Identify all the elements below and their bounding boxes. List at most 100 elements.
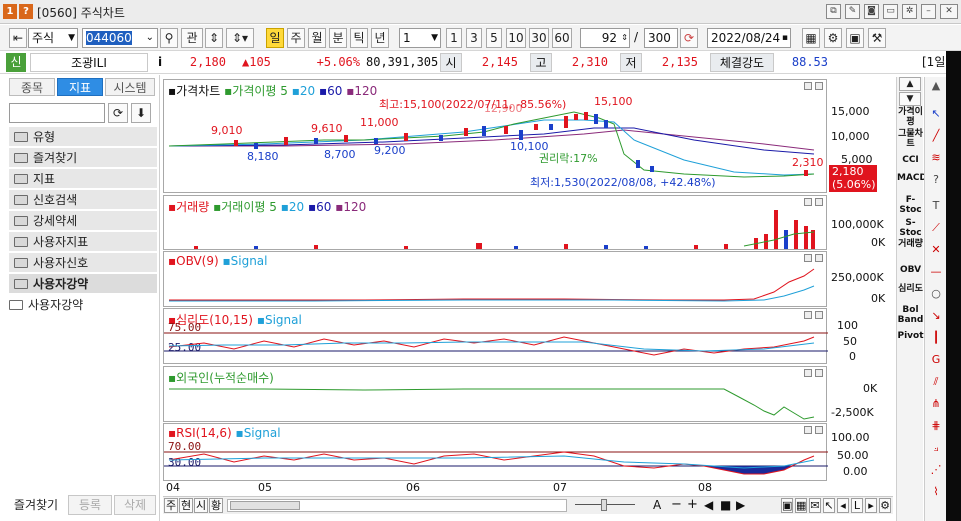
grid-icon[interactable]: ▦ (802, 28, 820, 48)
indicator-btn-net[interactable]: 그물차트 (897, 129, 924, 149)
count-total[interactable]: 300 (644, 28, 678, 48)
period-day[interactable]: 일 (266, 28, 284, 48)
auto-fit-button[interactable]: A (653, 498, 661, 512)
tab-stocks[interactable]: 종목 (9, 78, 55, 96)
text-tool-icon[interactable]: T (928, 199, 944, 213)
list-item-user-signal[interactable]: 사용자신호 (9, 253, 157, 273)
toolbar-down-icon[interactable]: ▼ (899, 92, 921, 106)
cross-icon[interactable]: ✕ (928, 243, 944, 257)
right-icon[interactable]: ▸ (865, 498, 877, 513)
count-input[interactable]: 92 ⇕ (580, 28, 630, 48)
indicator-btn-fstoc[interactable]: F-Stoc (897, 195, 924, 215)
indicator-btn-bolband[interactable]: Bol Band (897, 305, 924, 325)
left-icon[interactable]: ◂ (837, 498, 849, 513)
vline-icon[interactable]: ┃ (928, 331, 944, 345)
cycle-icon[interactable]: ⌇ (928, 485, 944, 499)
interval-60[interactable]: 60 (552, 28, 572, 48)
updown-stepper[interactable]: ⇕▾ (226, 28, 254, 48)
tools-icon[interactable]: ⚒ (868, 28, 886, 48)
settings-icon[interactable]: ✲ (902, 4, 917, 19)
indicator-btn-volume[interactable]: 거래량 (897, 239, 924, 249)
zoom-slider-handle[interactable] (601, 499, 607, 511)
mail-icon[interactable]: ✉ (809, 498, 821, 513)
print-icon[interactable]: ▭ (883, 4, 898, 19)
indicator-btn-ma[interactable]: 가격이평 (897, 107, 924, 127)
save-icon[interactable]: ▣ (846, 28, 864, 48)
interest-button[interactable]: 관 (181, 28, 203, 48)
pitchfork-icon[interactable]: ⋔ (928, 397, 944, 411)
list-item-user-strength-child[interactable]: 사용자강약 (4, 295, 152, 315)
indicator-btn-macd[interactable]: MACD (897, 173, 927, 183)
zoom-in-button[interactable]: + (687, 497, 698, 512)
bottom-btn-hwang[interactable]: 황 (209, 498, 223, 513)
speed-icon[interactable]: ⋰ (928, 463, 944, 477)
toolbar-up-icon[interactable]: ▲ (899, 77, 921, 91)
trend-icon[interactable]: ⟋ (928, 221, 944, 235)
foreign-panel[interactable]: ▪외국인(누적순매수) (163, 366, 827, 422)
period-tick[interactable]: 틱 (350, 28, 368, 48)
interval-30[interactable]: 30 (529, 28, 549, 48)
tab-indicators[interactable]: 지표 (57, 78, 103, 96)
chart-scrollbar[interactable] (227, 499, 567, 512)
indicator-btn-obv[interactable]: OBV (897, 265, 924, 275)
date-input[interactable]: 2022/08/24 ▪ (707, 28, 791, 48)
indicator-btn-sstoc[interactable]: S-Stoc (897, 218, 924, 238)
list-item-user-indicator[interactable]: 사용자지표 (9, 232, 157, 252)
period-month[interactable]: 월 (308, 28, 326, 48)
list-item-favorites[interactable]: 즐겨찾기 (9, 148, 157, 168)
indicator-btn-psy[interactable]: 심리도 (897, 284, 924, 294)
gann-icon[interactable]: G (928, 353, 944, 367)
help-tool-icon[interactable]: ? (928, 173, 944, 187)
period-minute[interactable]: 분 (329, 28, 347, 48)
hline-icon[interactable]: — (928, 265, 944, 279)
bottom-btn-si[interactable]: 시 (194, 498, 208, 513)
indicator-btn-pivot[interactable]: Pivot (897, 331, 924, 341)
save-chart-icon[interactable]: ▣ (781, 498, 793, 513)
interval-select[interactable]: 1 ▼ (399, 28, 441, 48)
price-panel[interactable]: ▪가격차트 ▪가격이평 5 ▪20 ▪60 ▪120 최고:15,100(202… (163, 79, 827, 193)
arrow-tool-icon[interactable]: ↘ (928, 309, 944, 323)
link-icon[interactable]: ⧉ (826, 4, 841, 19)
list-item-strength[interactable]: 강세약세 (9, 211, 157, 231)
tab-system[interactable]: 시스템 (105, 78, 155, 96)
interval-10[interactable]: 10 (506, 28, 526, 48)
indicator-btn-cci[interactable]: CCI (897, 155, 924, 165)
interval-3[interactable]: 3 (466, 28, 482, 48)
obv-panel[interactable]: ▪OBV(9) ▪Signal (163, 251, 827, 307)
scrollbar-thumb[interactable] (230, 501, 300, 510)
config-icon[interactable]: ⚙ (824, 28, 842, 48)
scroll-icon[interactable]: ⇕ (205, 28, 223, 48)
indicator-search-input[interactable] (9, 103, 105, 123)
code-input[interactable]: 044060 ⌄ (82, 28, 158, 48)
psy-panel[interactable]: ▪심리도(10,15) ▪Signal 75.00 25.00 (163, 308, 828, 364)
minimize-icon[interactable]: – (921, 4, 936, 19)
help-badge[interactable]: ? (19, 4, 33, 19)
list-item-user-strength[interactable]: 사용자강약 (9, 274, 157, 294)
list-item-signal-search[interactable]: 신호검색 (9, 190, 157, 210)
list-item-type[interactable]: 유형 (9, 127, 157, 147)
layout-icon[interactable]: ▦ (795, 498, 807, 513)
delete-button[interactable]: 삭제 (114, 495, 156, 515)
close-icon[interactable]: ✕ (940, 4, 958, 19)
interval-5[interactable]: 5 (486, 28, 502, 48)
info-icon[interactable]: i (154, 53, 166, 72)
chart-settings-icon[interactable]: ⚙ (879, 498, 891, 513)
camera-icon[interactable]: ◙ (864, 4, 879, 19)
period-year[interactable]: 년 (371, 28, 389, 48)
search-icon[interactable]: ⚲ (160, 28, 178, 48)
download-icon[interactable]: ⬇ (131, 103, 151, 123)
window-number-badge[interactable]: 1 (3, 4, 17, 19)
stop-button[interactable]: ■ (720, 498, 731, 512)
rsi-panel[interactable]: ▪RSI(14,6) ▪Signal 70.00 30.00 (163, 423, 828, 481)
favorites-button[interactable]: 즐겨찾기 (6, 495, 66, 515)
reload-icon[interactable]: ⟳ (680, 28, 698, 48)
line-tool-icon[interactable]: ╱ (928, 129, 944, 143)
interval-1[interactable]: 1 (446, 28, 462, 48)
period-week[interactable]: 주 (287, 28, 305, 48)
note-icon[interactable]: ✎ (845, 4, 860, 19)
bottom-btn-ju[interactable]: 주 (164, 498, 178, 513)
cursor-icon[interactable]: ↖ (823, 498, 835, 513)
register-button[interactable]: 등록 (68, 495, 112, 515)
fibo-icon[interactable]: ≋ (928, 151, 944, 165)
prev-symbol-icon[interactable]: ⇤ (9, 28, 27, 48)
